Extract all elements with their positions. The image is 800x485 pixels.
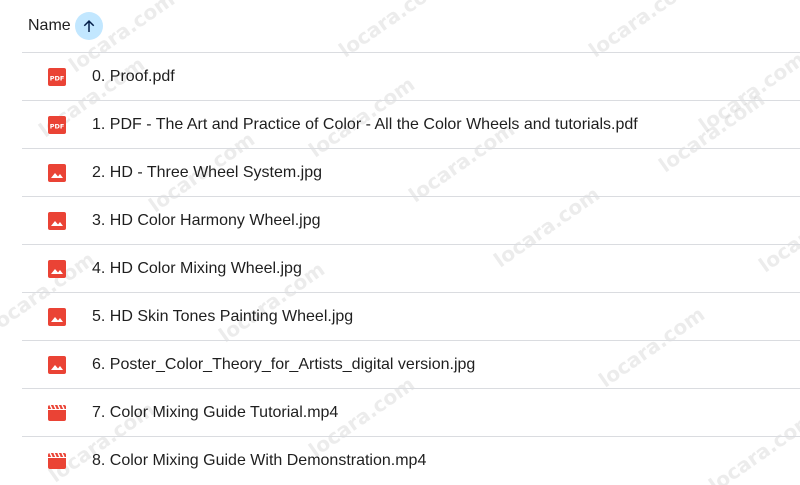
svg-text:PDF: PDF <box>50 122 65 130</box>
file-name[interactable]: 3. HD Color Harmony Wheel.jpg <box>92 212 321 230</box>
name-column-label[interactable]: Name <box>28 17 71 35</box>
file-row[interactable]: 2. HD - Three Wheel System.jpg <box>22 149 800 197</box>
file-name[interactable]: 4. HD Color Mixing Wheel.jpg <box>92 260 302 278</box>
file-row[interactable]: PDF 1. PDF - The Art and Practice of Colo… <box>22 101 800 149</box>
file-name[interactable]: 0. Proof.pdf <box>92 68 175 86</box>
svg-text:PDF: PDF <box>50 74 65 82</box>
file-list-page: locara.com locara.com locara.com locara.… <box>0 0 800 485</box>
image-icon <box>47 355 67 375</box>
sort-ascending-button[interactable] <box>74 12 103 40</box>
pdf-icon: PDF <box>47 67 67 87</box>
video-icon <box>47 451 67 471</box>
image-icon <box>47 307 67 327</box>
file-row[interactable]: 7. Color Mixing Guide Tutorial.mp4 <box>22 389 800 437</box>
image-icon <box>47 163 67 183</box>
column-header: Name <box>22 0 800 53</box>
file-row[interactable]: PDF 0. Proof.pdf <box>22 53 800 101</box>
file-row[interactable]: 5. HD Skin Tones Painting Wheel.jpg <box>22 293 800 341</box>
file-name[interactable]: 7. Color Mixing Guide Tutorial.mp4 <box>92 404 338 422</box>
file-row[interactable]: 3. HD Color Harmony Wheel.jpg <box>22 197 800 245</box>
image-icon <box>47 259 67 279</box>
file-row[interactable]: 8. Color Mixing Guide With Demonstration… <box>22 437 800 485</box>
file-name[interactable]: 8. Color Mixing Guide With Demonstration… <box>92 452 426 470</box>
arrow-up-icon <box>83 20 94 32</box>
file-row[interactable]: 4. HD Color Mixing Wheel.jpg <box>22 245 800 293</box>
pdf-icon: PDF <box>47 115 67 135</box>
video-icon <box>47 403 67 423</box>
file-list: PDF 0. Proof.pdf PDF 1. PDF - The Art and P… <box>22 53 800 485</box>
image-icon <box>47 211 67 231</box>
file-row[interactable]: 6. Poster_Color_Theory_for_Artists_digit… <box>22 341 800 389</box>
file-name[interactable]: 2. HD - Three Wheel System.jpg <box>92 164 322 182</box>
file-name[interactable]: 5. HD Skin Tones Painting Wheel.jpg <box>92 308 353 326</box>
file-name[interactable]: 1. PDF - The Art and Practice of Color -… <box>92 116 638 134</box>
file-name[interactable]: 6. Poster_Color_Theory_for_Artists_digit… <box>92 356 475 374</box>
